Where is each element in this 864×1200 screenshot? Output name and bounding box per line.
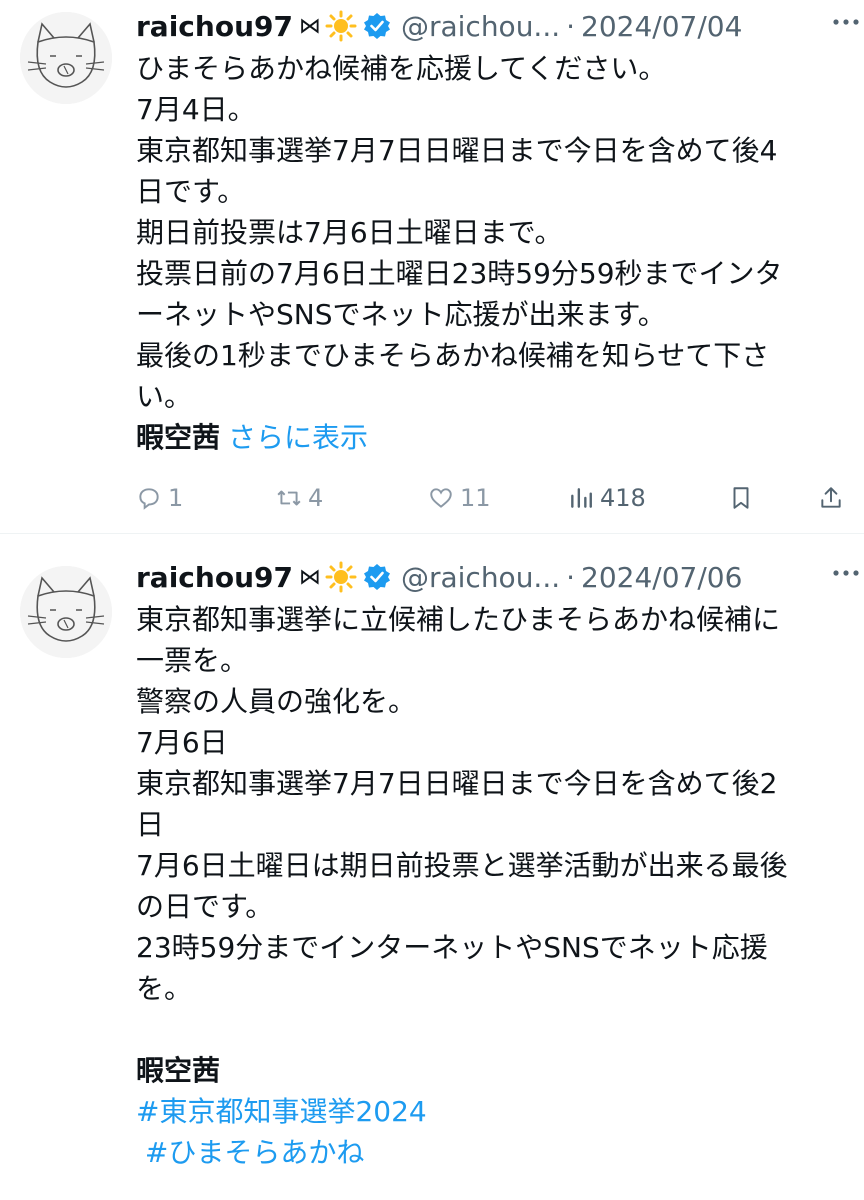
tweet-date[interactable]: 2024/07/04 — [581, 10, 742, 43]
bookmark-icon — [733, 487, 749, 509]
bookmark-button[interactable] — [728, 485, 818, 511]
tweet-line: 7月6日 — [136, 726, 228, 759]
tweet-line: 投票日前の7月6日土曜日23時59分59秒までインタ — [136, 257, 783, 290]
verified-icon — [363, 12, 391, 40]
author-name[interactable]: raichou97 — [136, 10, 293, 43]
tweet-text: 東京都知事選挙に立候補したひまそらあかね候補に 一票を。 警察の人員の強化を。 … — [136, 599, 846, 1173]
tweet-line: 東京都知事選挙7月7日日曜日まで今日を含めて後2 — [136, 767, 778, 800]
signature: 暇空茜 — [136, 1054, 221, 1087]
action-bar: 1 4 11 418 — [136, 478, 846, 518]
tweet-line: 東京都知事選挙に立候補したひまそらあかね候補に — [136, 603, 781, 636]
tweet-text: ひまそらあかね候補を応援してください。 7月4日。 東京都知事選挙7月7日日曜日… — [136, 48, 846, 458]
cat-sketch-icon — [20, 12, 112, 104]
signature: 暇空茜 — [136, 421, 221, 454]
reply-count: 1 — [168, 484, 184, 512]
sun-icon — [325, 10, 357, 42]
author-emoji: ⋈ — [298, 564, 321, 590]
signature-line: 暇空茜 さらに表示 — [136, 417, 846, 458]
author-handle[interactable]: @raichou... — [401, 10, 560, 43]
views-button[interactable]: 418 — [568, 484, 728, 512]
tweet-line: の日です。 — [136, 890, 274, 923]
author-handle[interactable]: @raichou... — [401, 561, 560, 594]
share-icon — [821, 487, 841, 508]
like-button[interactable]: 11 — [428, 484, 568, 512]
tweet-line: 日です。 — [136, 175, 246, 208]
retweet-icon — [277, 490, 301, 506]
tweet-header: raichou97 ⋈ @raichou... · 2024/07/04 — [136, 4, 846, 48]
tweet-line: 東京都知事選挙7月7日日曜日まで今日を含めて後4 — [136, 134, 778, 167]
tweet-line: 期日前投票は7月6日土曜日まで。 — [136, 216, 563, 249]
tweet-line: 一票を。 — [136, 644, 249, 677]
separator: · — [566, 9, 576, 43]
views-count: 418 — [600, 484, 646, 512]
reply-button[interactable]: 1 — [136, 484, 276, 512]
tweet-line: ひまそらあかね候補を応援してください。 — [136, 52, 667, 85]
author-name[interactable]: raichou97 — [136, 561, 293, 594]
tweet-divider — [0, 533, 864, 551]
share-button[interactable] — [818, 485, 846, 511]
cat-sketch-icon — [20, 566, 112, 658]
tweet[interactable]: raichou97 ⋈ @raichou... · 2024/07/04 ひまそ… — [0, 0, 864, 533]
verified-icon — [363, 563, 391, 591]
tweet-line: ーネットやSNSでネット応援が出来ます。 — [136, 298, 666, 331]
like-count: 11 — [460, 484, 491, 512]
like-icon — [430, 488, 452, 508]
tweet-line: 警察の人員の強化を。 — [136, 685, 417, 718]
tweet-line: 最後の1秒までひまそらあかね候補を知らせて下さ — [136, 339, 770, 372]
sun-icon — [325, 561, 357, 593]
tweet-line: を。 — [136, 972, 193, 1005]
tweet[interactable]: raichou97 ⋈ @raichou... · 2024/07/06 東京都… — [0, 551, 864, 1200]
more-icon[interactable] — [828, 4, 864, 40]
retweet-button[interactable]: 4 — [276, 484, 428, 512]
avatar[interactable] — [20, 12, 112, 104]
hashtag-link[interactable]: #ひまそらあかね — [136, 1132, 846, 1173]
tweet-date[interactable]: 2024/07/06 — [581, 561, 742, 594]
tweet-line: 7月6日土曜日は期日前投票と選挙活動が出来る最後 — [136, 849, 788, 882]
hashtag-link[interactable]: #東京都知事選挙2024 — [136, 1091, 846, 1132]
tweet-line: い。 — [136, 380, 193, 413]
reply-icon — [139, 488, 159, 510]
avatar[interactable] — [20, 566, 112, 658]
more-icon[interactable] — [828, 555, 864, 591]
tweet-header: raichou97 ⋈ @raichou... · 2024/07/06 — [136, 555, 846, 599]
show-more-link[interactable]: さらに表示 — [228, 421, 368, 454]
tweet-line: 7月4日。 — [136, 93, 256, 126]
tweet-line: 日 — [136, 808, 165, 841]
views-icon — [571, 488, 592, 508]
retweet-count: 4 — [308, 484, 324, 512]
separator: · — [566, 560, 576, 594]
author-emoji: ⋈ — [298, 13, 321, 39]
tweet-line: 23時59分までインターネットやSNSでネット応援 — [136, 931, 768, 964]
